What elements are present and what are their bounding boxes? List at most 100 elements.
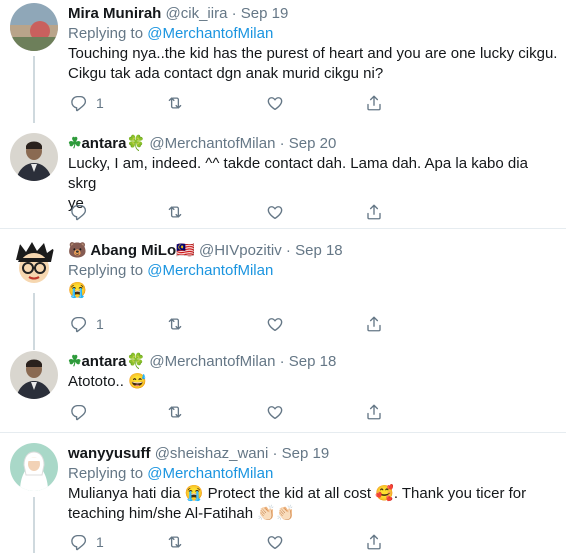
share-button[interactable]	[365, 402, 383, 422]
reply-button[interactable]: 1	[70, 532, 104, 552]
share-button[interactable]	[365, 532, 383, 552]
mention-link[interactable]: @MerchantofMilan	[147, 25, 273, 42]
reply-icon	[70, 94, 88, 112]
avatar[interactable]	[10, 133, 58, 181]
dot-separator: ·	[231, 5, 237, 22]
avatar[interactable]	[10, 3, 58, 51]
retweet-button[interactable]	[166, 93, 184, 113]
dot-separator: ·	[285, 242, 291, 259]
timestamp[interactable]: Sep 19	[282, 445, 330, 462]
avatar[interactable]	[10, 443, 58, 491]
avatar[interactable]	[10, 240, 58, 288]
tweet-text: Atototo.. 😅	[68, 372, 558, 392]
handle[interactable]: @cik_iira	[166, 5, 228, 22]
bear-icon: 🐻	[68, 242, 87, 259]
share-icon	[365, 315, 383, 333]
tweet[interactable]: ☘antara🍀 @MerchantofMilan · Sep 18 Atoto…	[0, 350, 566, 432]
share-button[interactable]	[365, 93, 383, 113]
timestamp[interactable]: Sep 20	[289, 135, 337, 152]
tweet-actions: 1	[68, 532, 398, 552]
heart-icon	[266, 203, 284, 221]
four-leaf-clover-icon: 🍀	[126, 135, 146, 152]
share-button[interactable]	[365, 202, 383, 222]
heart-icon	[266, 315, 284, 333]
replying-to-label: Replying to	[68, 262, 148, 279]
thread-line	[33, 56, 35, 123]
share-icon	[365, 94, 383, 112]
tweet-actions	[68, 202, 398, 222]
tweet-text-line: Lucky, I am, indeed. ^^ takde contact da…	[68, 155, 528, 192]
share-icon	[365, 533, 383, 551]
tweet-actions	[68, 402, 398, 422]
tweet[interactable]: wanyyusuff @sheishaz_wani · Sep 19 Reply…	[0, 433, 566, 553]
retweet-button[interactable]	[166, 532, 184, 552]
tweet-text-line: Atototo.. 😅	[68, 373, 147, 390]
avatar[interactable]	[10, 351, 58, 399]
heart-icon	[266, 533, 284, 551]
replying-to-label: Replying to	[68, 25, 148, 42]
reply-icon	[70, 315, 88, 333]
display-name[interactable]: ☘antara🍀	[68, 353, 145, 370]
timestamp[interactable]: Sep 19	[241, 5, 289, 22]
reply-button[interactable]: 1	[70, 314, 104, 334]
mention-link[interactable]: @MerchantofMilan	[147, 465, 273, 482]
retweet-icon	[166, 403, 184, 421]
reply-button[interactable]	[70, 202, 88, 222]
tweet[interactable]: Mira Munirah @cik_iira · Sep 19 Replying…	[0, 0, 566, 123]
reply-icon	[70, 533, 88, 551]
like-button[interactable]	[266, 532, 284, 552]
reply-button[interactable]: 1	[70, 93, 104, 113]
like-button[interactable]	[266, 93, 284, 113]
retweet-icon	[166, 203, 184, 221]
handle[interactable]: @MerchantofMilan	[149, 135, 275, 152]
retweet-button[interactable]	[166, 402, 184, 422]
reply-count: 1	[96, 316, 104, 332]
reply-count: 1	[96, 95, 104, 111]
tweet-header: ☘antara🍀 @MerchantofMilan · Sep 20	[68, 134, 558, 154]
dot-separator: ·	[279, 353, 285, 370]
dot-separator: ·	[279, 135, 285, 152]
share-button[interactable]	[365, 314, 383, 334]
retweet-button[interactable]	[166, 314, 184, 334]
like-button[interactable]	[266, 402, 284, 422]
avatar-cartoon	[10, 240, 58, 288]
handle[interactable]: @HIVpozitiv	[199, 242, 282, 259]
reply-count: 1	[96, 534, 104, 550]
tweet-text-line: Cikgu tak ada contact dgn anak murid cik…	[68, 65, 384, 82]
tweet[interactable]: 🐻 Abang MiLo🇲🇾 @HIVpozitiv · Sep 18 Repl…	[0, 229, 566, 350]
tweet-actions: 1	[68, 314, 398, 334]
retweet-button[interactable]	[166, 202, 184, 222]
share-icon	[365, 203, 383, 221]
four-leaf-clover-icon: 🍀	[126, 353, 146, 370]
like-button[interactable]	[266, 314, 284, 334]
tweet-text-line: Touching nya..the kid has the purest of …	[68, 45, 558, 62]
display-name[interactable]: Mira Munirah	[68, 5, 161, 22]
reply-button[interactable]	[70, 402, 88, 422]
avatar-photo	[10, 133, 58, 181]
thread-line	[33, 293, 35, 350]
replying-to: Replying to @MerchantofMilan	[68, 261, 558, 281]
avatar-photo	[10, 3, 58, 51]
heart-icon	[266, 94, 284, 112]
display-name[interactable]: ☘antara🍀	[68, 135, 145, 152]
retweet-icon	[166, 94, 184, 112]
like-button[interactable]	[266, 202, 284, 222]
replying-to-label: Replying to	[68, 465, 148, 482]
tweet-text: Mulianya hati dia 😭 Protect the kid at a…	[68, 484, 558, 524]
tweet-text-line: Mulianya hati dia 😭 Protect the kid at a…	[68, 485, 527, 502]
mention-link[interactable]: @MerchantofMilan	[147, 262, 273, 279]
tweet-text-line: teaching him/she Al-Fatihah 👏🏻👏🏻	[68, 505, 295, 522]
handle[interactable]: @sheishaz_wani	[155, 445, 269, 462]
timestamp[interactable]: Sep 18	[295, 242, 343, 259]
display-name[interactable]: wanyyusuff	[68, 445, 151, 462]
thread-line	[33, 497, 35, 553]
timestamp[interactable]: Sep 18	[289, 353, 337, 370]
display-name[interactable]: 🐻 Abang MiLo🇲🇾	[68, 242, 195, 259]
tweet-header: ☘antara🍀 @MerchantofMilan · Sep 18	[68, 352, 558, 372]
tweet-text-line: 😭	[68, 282, 87, 299]
tweet[interactable]: ☘antara🍀 @MerchantofMilan · Sep 20 Lucky…	[0, 123, 566, 228]
dot-separator: ·	[272, 445, 278, 462]
shamrock-icon: ☘	[68, 353, 82, 370]
handle[interactable]: @MerchantofMilan	[149, 353, 275, 370]
tweet-actions: 1	[68, 93, 398, 113]
